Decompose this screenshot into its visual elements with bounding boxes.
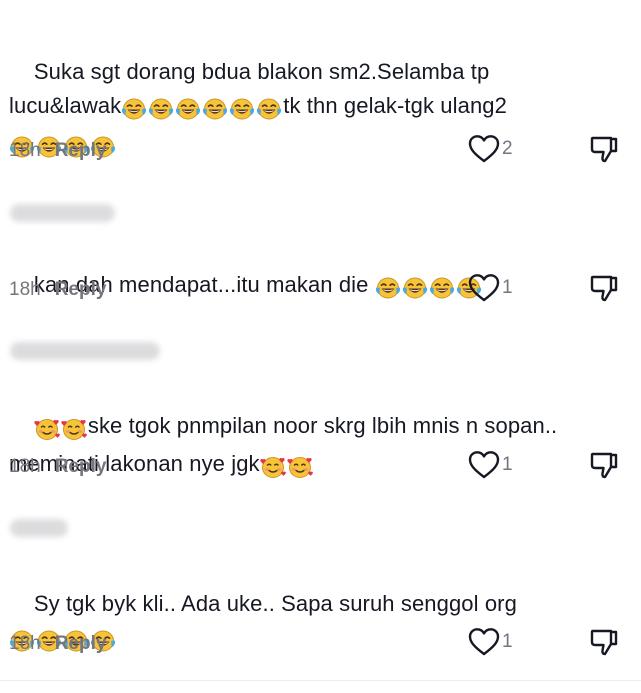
reply-button[interactable]: Reply [55, 456, 107, 478]
bottom-divider [0, 680, 641, 681]
like-button[interactable]: 1 [468, 273, 513, 303]
like-count: 1 [502, 454, 513, 475]
comment-text: ske tgok pnmpilan noor skrg lbih mnis n … [9, 375, 599, 519]
emoji-run [260, 451, 314, 485]
face-with-tears-of-joy-emoji [256, 97, 282, 121]
thumbs-down-icon [589, 627, 619, 657]
face-with-tears-of-joy-emoji [429, 276, 455, 300]
dislike-button[interactable] [589, 627, 619, 657]
comment-meta: 18h Reply [9, 276, 106, 304]
face-with-tears-of-joy-emoji [121, 97, 147, 121]
emoji-run [121, 93, 283, 127]
like-count: 1 [502, 631, 513, 652]
like-button[interactable]: 2 [468, 134, 513, 164]
dislike-button[interactable] [589, 450, 619, 480]
comment-text-part: Sy tgk byk kli.. Ada uke.. Sapa suruh se… [33, 591, 517, 616]
face-with-tears-of-joy-emoji [402, 276, 428, 300]
smiling-face-with-hearts-emoji [287, 455, 313, 479]
heart-outline-icon [468, 450, 500, 480]
heart-outline-icon [468, 627, 500, 657]
like-button[interactable]: 1 [468, 450, 513, 480]
comment-timestamp: 18h [9, 633, 41, 654]
comment-meta: 18h Reply [9, 137, 106, 165]
emoji-run [375, 272, 483, 306]
username-blurred[interactable] [10, 204, 115, 222]
like-count: 1 [502, 277, 513, 298]
comment-meta: 18h Reply [9, 453, 106, 481]
username-blurred[interactable] [10, 342, 160, 360]
thumbs-down-icon [589, 273, 619, 303]
smiling-face-with-hearts-emoji [34, 417, 60, 441]
comment-text-part: tk thn gelak-tgk ulang2 [283, 93, 514, 118]
username-blurred[interactable] [10, 519, 68, 537]
comment-timestamp: 18h [9, 279, 41, 300]
comment-text: Suka sgt dorang bdua blakon sm2.Selamba … [9, 21, 599, 199]
reply-button[interactable]: Reply [55, 279, 107, 301]
dislike-button[interactable] [589, 273, 619, 303]
smiling-face-with-hearts-emoji [61, 417, 87, 441]
reply-button[interactable]: Reply [55, 633, 107, 655]
comment-meta: 18h Reply [9, 630, 106, 658]
dislike-button[interactable] [589, 134, 619, 164]
like-count: 2 [502, 138, 513, 159]
emoji-run [34, 413, 88, 447]
face-with-tears-of-joy-emoji [375, 276, 401, 300]
heart-outline-icon [468, 273, 500, 303]
comment-text: Sy tgk byk kli.. Ada uke.. Sapa suruh se… [9, 553, 599, 693]
thumbs-down-icon [589, 450, 619, 480]
face-with-tears-of-joy-emoji [202, 97, 228, 121]
face-with-tears-of-joy-emoji [229, 97, 255, 121]
reply-button[interactable]: Reply [55, 140, 107, 162]
heart-outline-icon [468, 134, 500, 164]
smiling-face-with-hearts-emoji [260, 455, 286, 479]
comment-timestamp: 18h [9, 456, 41, 477]
thumbs-down-icon [589, 134, 619, 164]
face-with-tears-of-joy-emoji [148, 97, 174, 121]
face-with-tears-of-joy-emoji [175, 97, 201, 121]
comment-timestamp: 18h [9, 140, 41, 161]
like-button[interactable]: 1 [468, 627, 513, 657]
